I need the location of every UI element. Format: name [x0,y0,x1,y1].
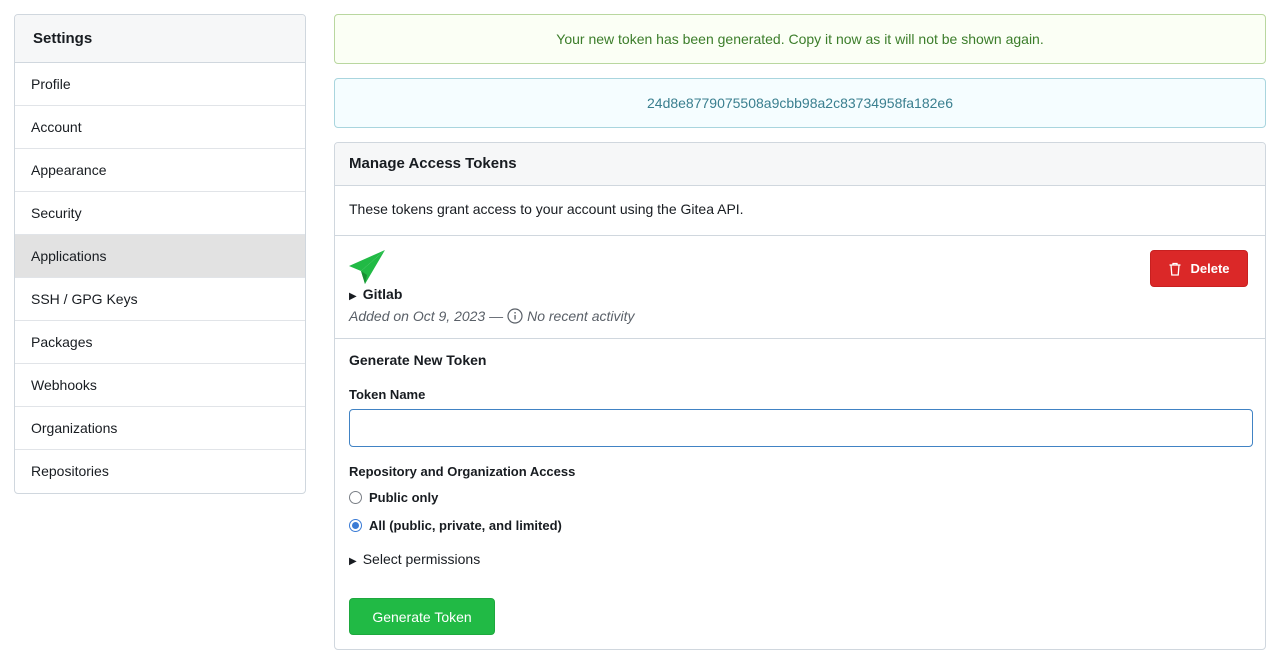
token-name-summary[interactable]: ▶ Gitlab [349,286,402,302]
triangle-right-icon: ▶ [349,291,357,302]
token-name-label: Token Name [349,387,426,402]
sidebar-title: Settings [15,15,305,63]
select-permissions-summary[interactable]: ▶ Select permissions [349,551,1251,567]
sidebar-item-security[interactable]: Security [15,192,305,235]
sidebar-item-webhooks[interactable]: Webhooks [15,364,305,407]
generate-title: Generate New Token [349,352,487,368]
delete-token-button[interactable]: Delete [1150,250,1248,287]
sidebar-item-organizations[interactable]: Organizations [15,407,305,450]
radio-public-only[interactable]: Public only [349,490,1251,505]
panel-title: Manage Access Tokens [335,143,1265,186]
radio-public-only-label: Public only [369,490,439,505]
generate-token-button[interactable]: Generate Token [349,598,495,635]
trash-icon [1169,262,1181,276]
token-item: ▶ Gitlab Added on Oct 9, 2023 — No recent… [335,236,1265,339]
radio-button-unchecked[interactable] [349,491,362,504]
sidebar-item-applications[interactable]: Applications [15,235,305,278]
generated-token-value[interactable]: 24d8e8779075508a9cbb98a2c83734958fa182e6 [334,78,1266,128]
settings-page: Settings Profile Account Appearance Secu… [0,0,1275,653]
settings-sidebar: Settings Profile Account Appearance Secu… [14,14,306,494]
info-icon [507,308,523,324]
token-name-input[interactable] [349,409,1253,447]
main-content: Your new token has been generated. Copy … [334,14,1266,650]
token-meta: Added on Oct 9, 2023 — No recent activit… [349,308,634,324]
access-tokens-panel: Manage Access Tokens These tokens grant … [334,142,1266,650]
select-permissions-label: Select permissions [362,551,481,567]
panel-description: These tokens grant access to your accoun… [335,186,1265,236]
radio-all-access-label: All (public, private, and limited) [369,518,562,533]
sidebar-item-appearance[interactable]: Appearance [15,149,305,192]
access-label: Repository and Organization Access [349,464,576,479]
token-activity: No recent activity [527,308,635,324]
token-added-date: Added on Oct 9, 2023 — [349,308,504,324]
sidebar-item-packages[interactable]: Packages [15,321,305,364]
sidebar-item-repositories[interactable]: Repositories [15,450,305,493]
sidebar-item-ssh-gpg-keys[interactable]: SSH / GPG Keys [15,278,305,321]
delete-label: Delete [1190,261,1230,276]
paper-plane-icon [349,250,385,284]
success-message: Your new token has been generated. Copy … [334,14,1266,64]
radio-button-checked[interactable] [349,519,362,532]
token-name: Gitlab [362,286,403,302]
triangle-right-icon: ▶ [349,556,357,567]
sidebar-item-account[interactable]: Account [15,106,305,149]
generate-token-form: Generate New Token Token Name Repository… [335,339,1265,649]
sidebar-item-profile[interactable]: Profile [15,63,305,106]
radio-all-access[interactable]: All (public, private, and limited) [349,518,1251,533]
